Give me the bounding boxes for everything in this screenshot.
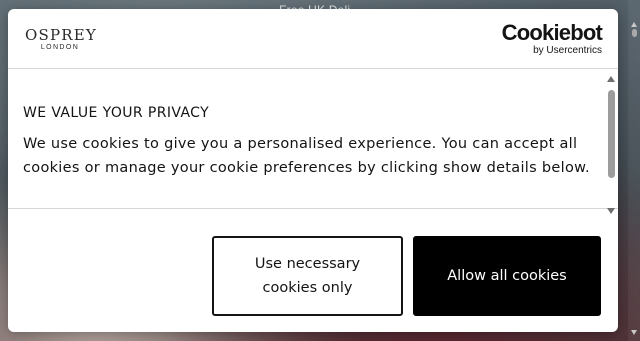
- page-scroll-up-arrow-icon[interactable]: [631, 22, 637, 27]
- use-necessary-cookies-label: Use necessary cookies only: [255, 252, 360, 300]
- dialog-content[interactable]: WE VALUE YOUR PRIVACY We use cookies to …: [8, 70, 618, 214]
- necessary-label-line-1: Use necessary: [254, 256, 361, 272]
- cookiebot-logo[interactable]: Cookiebot by Usercentrics: [501, 20, 603, 57]
- page-scroll-thumb[interactable]: [632, 29, 637, 37]
- content-scroll-thumb[interactable]: [608, 90, 615, 178]
- dialog-header: OSPREY LONDON Cookiebot by Usercentrics: [8, 9, 618, 69]
- logo-subtitle: LONDON: [40, 44, 80, 51]
- necessary-label-line-2: cookies only: [262, 280, 353, 296]
- page-scroll-down-arrow-icon[interactable]: [631, 330, 637, 335]
- allow-all-cookies-label: Allow all cookies: [447, 268, 567, 284]
- cookie-consent-dialog: OSPREY LONDON Cookiebot by Usercentrics …: [8, 9, 618, 332]
- cookiebot-wordmark: Cookiebot: [501, 20, 603, 45]
- allow-all-cookies-button[interactable]: Allow all cookies: [413, 236, 601, 316]
- page-scrollbar[interactable]: [628, 0, 640, 341]
- privacy-description: We use cookies to give you a personalise…: [23, 136, 590, 176]
- privacy-title: WE VALUE YOUR PRIVACY: [23, 105, 210, 121]
- use-necessary-cookies-button[interactable]: Use necessary cookies only: [212, 236, 403, 316]
- logo-wordmark: OSPREY: [25, 26, 98, 44]
- scroll-up-arrow-icon[interactable]: [607, 76, 615, 82]
- osprey-london-logo: OSPREY LONDON: [25, 26, 98, 52]
- scroll-down-arrow-icon[interactable]: [607, 208, 615, 214]
- cookiebot-byline: by Usercentrics: [533, 45, 602, 56]
